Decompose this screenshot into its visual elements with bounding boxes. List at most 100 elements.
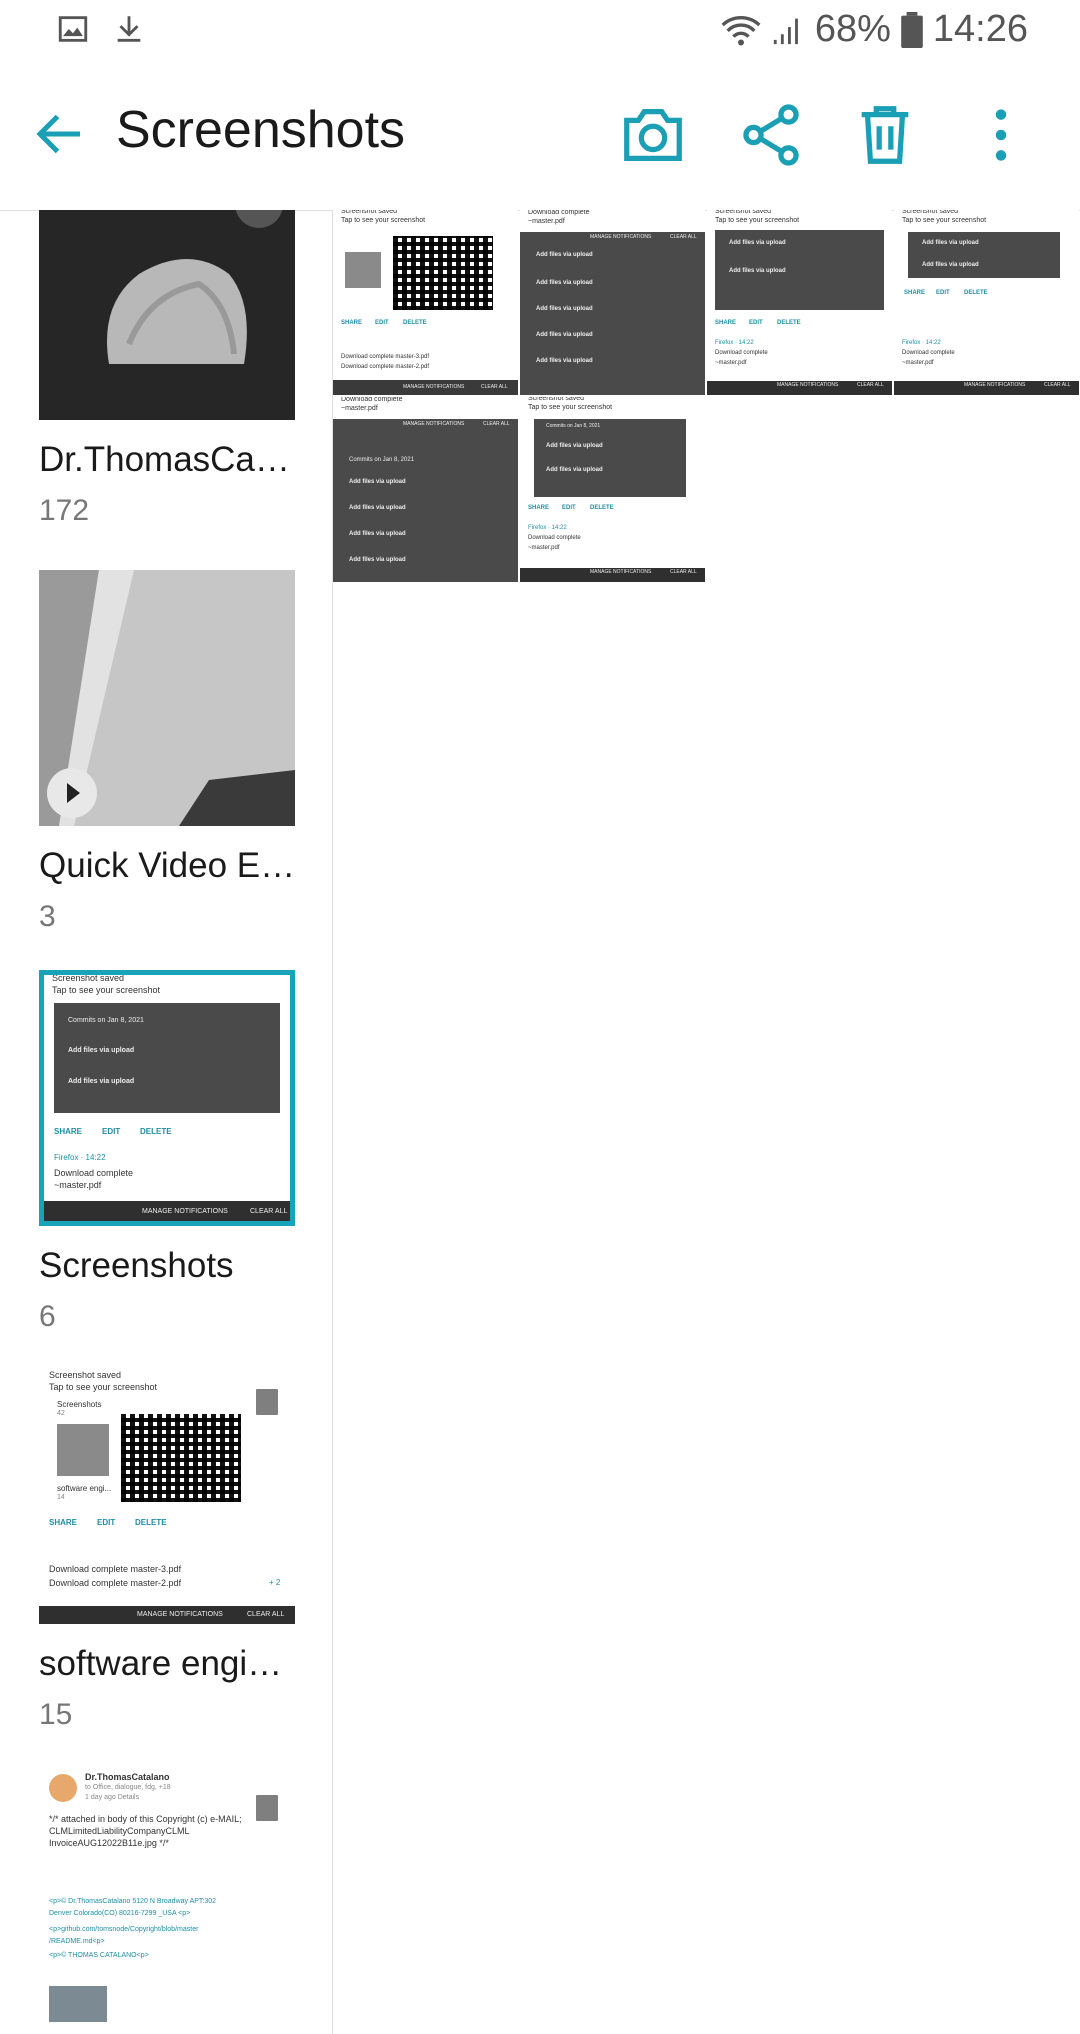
battery-percent: 68% — [814, 8, 891, 50]
album-count: 172 — [39, 494, 90, 527]
thumb-text: Screenshot saved — [52, 973, 125, 983]
thumb-text: <p>© THOMAS CATALANO<p> — [49, 1952, 149, 1959]
thumb-text: SHARE — [54, 1127, 83, 1136]
grid-thumbnail[interactable]: Screenshot saved Tap to see your screens… — [707, 210, 892, 395]
thumb-text: Download complete master-2.pdf — [341, 364, 430, 370]
grid-thumbnail[interactable]: Screenshot saved Tap to see your screens… — [520, 397, 705, 582]
thumb-text: Commits on Jan 8, 2021 — [349, 457, 415, 463]
thumb-text: Add files via upload — [922, 262, 979, 268]
thumb-text: Download complete master-3.pdf — [341, 354, 430, 360]
thumb-text: EDIT — [562, 505, 576, 511]
thumb-text: Download complete — [54, 1168, 134, 1178]
sd-card-icon — [253, 1386, 281, 1418]
thumb-text: Add files via upload — [922, 240, 979, 246]
thumb-text: 14 — [57, 1494, 65, 1501]
thumb-text: MANAGE NOTIFICATIONS — [403, 421, 465, 427]
status-bar: 68% 14:26 — [0, 0, 1080, 64]
thumb-text: Add files via upload — [536, 358, 593, 364]
thumb-text: Add files via upload — [546, 443, 603, 449]
thumb-text: software engi... — [57, 1484, 112, 1493]
thumb-text: EDIT — [97, 1518, 116, 1527]
share-icon[interactable] — [736, 100, 806, 170]
more-vert-icon[interactable] — [966, 100, 1036, 170]
thumb-text: Download complete master-2.pdf — [49, 1578, 182, 1588]
trash-icon[interactable] — [850, 100, 920, 170]
album-count: 6 — [39, 1300, 56, 1333]
album-item[interactable]: Dr.ThomasCa… 172 — [39, 210, 295, 528]
page-title: Screenshots — [116, 101, 406, 159]
thumb-text: Firefox · 14:22 — [528, 525, 567, 531]
thumb-text: ~master.pdf — [528, 218, 565, 225]
album-count: 3 — [39, 900, 56, 933]
thumb-text: <p>github.com/tomsnode/Copyright/blob/ma… — [49, 1926, 199, 1933]
back-arrow-icon[interactable] — [30, 104, 90, 164]
thumb-text: ~master.pdf — [54, 1180, 102, 1190]
thumb-text: Screenshot saved — [341, 210, 398, 215]
album-item[interactable]: Dr.ThomasCatalano to Office, dialogue, f… — [39, 1766, 295, 2022]
thumb-text: Add files via upload — [349, 505, 406, 511]
thumb-text: SHARE — [341, 320, 363, 326]
thumb-text: Add files via upload — [349, 557, 406, 563]
thumb-text: Screenshot saved — [528, 397, 585, 402]
thumb-text: InvoiceAUG12022B11e.jpg */* — [49, 1838, 169, 1848]
thumb-text: Download complete master-3.pdf — [49, 1564, 182, 1574]
camera-icon[interactable] — [618, 100, 688, 170]
sd-card-icon — [253, 1792, 281, 1824]
thumb-text: DELETE — [590, 505, 614, 511]
thumb-text: Dr.ThomasCatalano — [85, 1772, 170, 1782]
thumb-text: CLEAR ALL — [1044, 382, 1071, 388]
thumb-text: MANAGE NOTIFICATIONS — [142, 1208, 228, 1215]
thumb-text: */* attached in body of this Copyright (… — [49, 1814, 242, 1824]
thumb-text: Download complete — [715, 350, 768, 356]
album-name: Quick Video E… — [39, 846, 295, 885]
grid-thumbnail[interactable]: Download complete ~master.pdf MANAGE NOT… — [520, 210, 705, 395]
album-thumb-rock — [39, 210, 295, 420]
album-item[interactable]: Screenshot saved Tap to see your screens… — [39, 1368, 295, 1732]
thumb-text: MANAGE NOTIFICATIONS — [403, 384, 465, 390]
thumb-text: 42 — [57, 1410, 65, 1417]
album-thumb-qr: Screenshot saved Tap to see your screens… — [39, 1368, 295, 1624]
thumb-text: ~master.pdf — [528, 545, 560, 551]
album-thumb-video — [39, 570, 295, 826]
thumb-text: MANAGE NOTIFICATIONS — [964, 382, 1026, 388]
thumb-text: ~master.pdf — [902, 360, 934, 366]
album-item-selected[interactable]: Screenshot saved Tap to see your screens… — [39, 970, 295, 1334]
thumb-text: Add files via upload — [729, 240, 786, 246]
grid-thumbnail[interactable]: Screenshot saved Tap to see your screens… — [894, 210, 1079, 395]
thumb-text: EDIT — [375, 320, 389, 326]
album-item[interactable]: Quick Video E… 3 — [39, 570, 295, 934]
thumb-text: DELETE — [964, 290, 988, 296]
grid-thumbnail[interactable]: Screenshot saved Tap to see your screens… — [333, 210, 518, 395]
download-icon — [117, 16, 141, 42]
signal-icon — [773, 18, 798, 44]
thumb-text: Firefox · 14:22 — [902, 340, 941, 346]
thumb-text: Screenshots — [57, 1400, 102, 1409]
thumb-text: MANAGE NOTIFICATIONS — [777, 382, 839, 388]
thumb-text: DELETE — [140, 1127, 172, 1136]
thumb-text: ~master.pdf — [341, 405, 378, 412]
thumb-text: MANAGE NOTIFICATIONS — [590, 569, 652, 575]
thumb-text: Add files via upload — [536, 332, 593, 338]
thumb-text: Add files via upload — [536, 252, 593, 258]
thumb-text: /README.md<p> — [49, 1938, 105, 1945]
thumb-text: EDIT — [749, 320, 763, 326]
thumb-text: CLEAR ALL — [857, 382, 884, 388]
clock: 14:26 — [932, 8, 1028, 50]
thumb-text: DELETE — [135, 1518, 167, 1527]
album-count: 15 — [39, 1698, 73, 1731]
album-list[interactable]: Dr.ThomasCa… 172 Quick Video E… 3 Screen… — [0, 210, 332, 2034]
grid-thumbnail[interactable]: Download complete ~master.pdf MANAGE NOT… — [333, 397, 518, 582]
action-bar: Screenshots — [0, 64, 1080, 210]
thumb-text: Tap to see your screenshot — [49, 1382, 158, 1392]
thumb-text: Tap to see your screenshot — [341, 217, 426, 224]
thumb-text: CLMLimitedLiabilityCompanyCLML — [49, 1826, 190, 1836]
thumb-text: CLEAR ALL — [247, 1611, 285, 1618]
thumb-text: CLEAR ALL — [481, 384, 508, 390]
thumb-text: Firefox · 14:22 — [715, 340, 754, 346]
thumb-text: Add files via upload — [68, 1047, 135, 1054]
album-thumb-email: Dr.ThomasCatalano to Office, dialogue, f… — [39, 1766, 295, 2022]
thumb-text: EDIT — [102, 1127, 121, 1136]
thumb-text: MANAGE NOTIFICATIONS — [590, 234, 652, 240]
thumb-text: EDIT — [936, 290, 950, 296]
thumb-text: 1 day ago Details — [85, 1794, 140, 1801]
